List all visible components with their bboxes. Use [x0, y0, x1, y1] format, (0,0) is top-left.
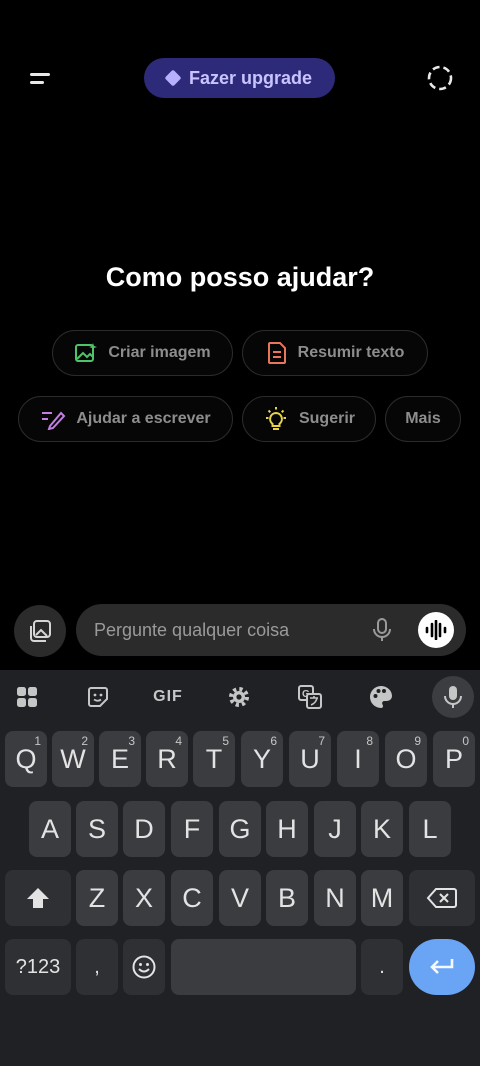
upgrade-label: Fazer upgrade: [188, 67, 313, 88]
pen-write-icon: [42, 411, 66, 430]
lightbulb-icon: [265, 407, 286, 430]
key-r[interactable]: R4: [146, 731, 188, 787]
key-label: Q: [15, 743, 37, 774]
key-o[interactable]: O9: [385, 731, 427, 787]
menu-icon[interactable]: [26, 64, 56, 94]
apps-grid-icon[interactable]: [10, 681, 44, 713]
document-icon: [267, 342, 286, 364]
key-t[interactable]: T5: [193, 731, 235, 787]
key-i[interactable]: I8: [337, 731, 379, 787]
backspace-icon: [426, 888, 457, 908]
suggestion-more[interactable]: Mais: [385, 396, 461, 442]
key-g[interactable]: G: [219, 801, 261, 857]
key-hint: 5: [222, 734, 229, 748]
key-hint: 3: [128, 734, 135, 748]
key-hint: 8: [366, 734, 373, 748]
key-k[interactable]: K: [361, 801, 403, 857]
comma-key[interactable]: ,: [76, 939, 118, 995]
key-label: O: [395, 743, 417, 774]
emoji-icon: [132, 955, 156, 979]
key-hint: 6: [270, 734, 277, 748]
key-label: U: [300, 743, 320, 774]
suggestion-help-write[interactable]: Ajudar a escrever: [18, 396, 233, 442]
key-p[interactable]: P0: [433, 731, 475, 787]
key-hint: 0: [462, 734, 469, 748]
suggestion-label: Criar imagem: [108, 344, 211, 361]
image-create-icon: [75, 343, 98, 362]
keyboard-toolbar: GIF G: [0, 670, 480, 724]
key-c[interactable]: C: [171, 870, 213, 926]
key-w[interactable]: W2: [52, 731, 94, 787]
key-v[interactable]: V: [219, 870, 261, 926]
suggestion-label: Resumir texto: [297, 344, 405, 361]
suggestion-suggest[interactable]: Sugerir: [242, 396, 376, 442]
suggestion-label: Sugerir: [298, 410, 355, 427]
key-m[interactable]: M: [361, 870, 403, 926]
suggestion-label: Mais: [405, 410, 441, 427]
prompt-box: [76, 604, 466, 656]
page-title: Como posso ajudar?: [105, 262, 375, 292]
period-key[interactable]: .: [361, 939, 403, 995]
top-bar: Fazer upgrade: [0, 0, 480, 160]
shift-icon: [27, 888, 49, 908]
key-label: I: [354, 743, 362, 774]
key-j[interactable]: J: [314, 801, 356, 857]
space-key[interactable]: [171, 939, 356, 995]
key-label: R: [157, 743, 177, 774]
translate-icon[interactable]: G: [293, 681, 327, 713]
key-label: T: [205, 743, 223, 774]
gif-icon[interactable]: GIF: [151, 681, 185, 713]
suggestion-create-image[interactable]: Criar imagem: [52, 330, 233, 376]
key-label: Y: [252, 743, 271, 774]
key-u[interactable]: U7: [289, 731, 331, 787]
settings-icon[interactable]: [222, 681, 256, 713]
key-h[interactable]: H: [266, 801, 308, 857]
sticker-icon[interactable]: [81, 681, 115, 713]
gallery-icon: [30, 620, 51, 642]
key-e[interactable]: E3: [99, 731, 141, 787]
key-hint: 9: [414, 734, 421, 748]
emoji-key[interactable]: [123, 939, 165, 995]
symbols-key[interactable]: ?123: [5, 939, 71, 995]
key-y[interactable]: Y6: [241, 731, 283, 787]
sound-wave-icon: [425, 620, 447, 640]
key-f[interactable]: F: [171, 801, 213, 857]
prompt-input[interactable]: [94, 604, 354, 656]
temporary-chat-icon[interactable]: [424, 62, 456, 94]
enter-key[interactable]: [409, 939, 475, 995]
key-hint: 7: [318, 734, 325, 748]
key-q[interactable]: Q1: [5, 731, 47, 787]
enter-icon: [430, 959, 454, 974]
mic-icon[interactable]: [368, 616, 396, 644]
keyboard-mic-icon[interactable]: [432, 676, 474, 718]
key-label: P: [444, 743, 463, 774]
key-s[interactable]: S: [76, 801, 118, 857]
key-z[interactable]: Z: [76, 870, 118, 926]
keyboard: GIF G Q 1 W 2 E 3 R 4 T 5 Y 6 U 7 I 8 O …: [0, 670, 480, 1066]
diamond-icon: [164, 69, 182, 87]
upgrade-button[interactable]: Fazer upgrade: [144, 58, 335, 98]
suggestion-summarize-text[interactable]: Resumir texto: [242, 330, 428, 376]
suggestion-label: Ajudar a escrever: [76, 410, 211, 427]
key-n[interactable]: N: [314, 870, 356, 926]
voice-mode-button[interactable]: [418, 612, 454, 648]
key-hint: 2: [81, 734, 88, 748]
backspace-key[interactable]: [409, 870, 475, 926]
key-label: E: [110, 743, 129, 774]
attach-image-button[interactable]: [14, 605, 66, 657]
key-hint: 4: [175, 734, 182, 748]
key-l[interactable]: L: [409, 801, 451, 857]
palette-icon[interactable]: [364, 681, 398, 713]
key-a[interactable]: A: [29, 801, 71, 857]
key-x[interactable]: X: [123, 870, 165, 926]
key-hint: 1: [34, 734, 41, 748]
shift-key[interactable]: [5, 870, 71, 926]
key-b[interactable]: B: [266, 870, 308, 926]
key-label: W: [60, 743, 86, 774]
key-d[interactable]: D: [123, 801, 165, 857]
